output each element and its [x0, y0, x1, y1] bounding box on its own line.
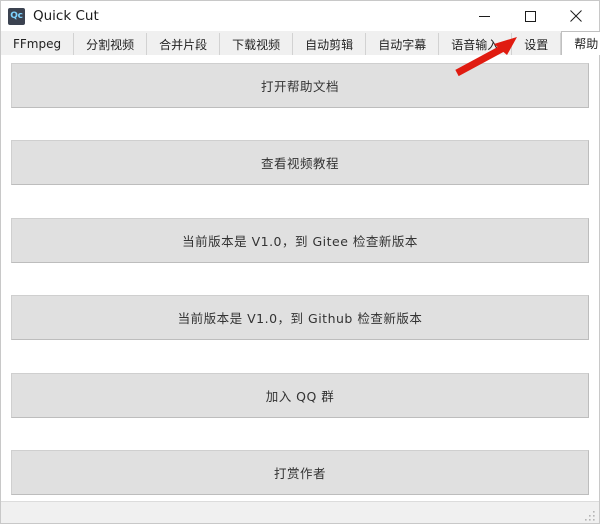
- window-controls: [461, 1, 599, 31]
- open-help-doc-button[interactable]: 打开帮助文档: [11, 63, 589, 108]
- join-qq-group-button[interactable]: 加入 QQ 群: [11, 372, 589, 418]
- window-title: Quick Cut: [33, 8, 99, 24]
- button-label: 打开帮助文档: [260, 79, 339, 94]
- tab-label: 语音输入: [451, 37, 500, 52]
- tab-download-video[interactable]: 下载视频: [220, 33, 294, 55]
- button-label: 查看视频教程: [260, 156, 339, 172]
- tab-auto-edit[interactable]: 自动剪辑: [293, 33, 367, 55]
- check-update-gitee-button[interactable]: 当前版本是 V1.0，到 Gitee 检查新版本: [11, 217, 589, 263]
- button-label: 加入 QQ 群: [265, 388, 335, 404]
- tab-label: 自动字幕: [378, 37, 427, 52]
- help-panel: 打开帮助文档 查看视频教程 当前版本是 V1.0，到 Gitee 检查新版本 当…: [1, 55, 599, 501]
- application-window: Qc Quick Cut FFmpeg 分割视频 合并片段 下载视频 自动剪辑 …: [0, 0, 600, 524]
- maximize-button[interactable]: [507, 1, 553, 31]
- tab-auto-subtitle[interactable]: 自动字幕: [366, 33, 440, 55]
- title-bar: Qc Quick Cut: [1, 1, 599, 31]
- check-update-github-button[interactable]: 当前版本是 V1.0，到 Github 检查新版本: [11, 295, 589, 341]
- tab-ffmpeg[interactable]: FFmpeg: [1, 33, 75, 55]
- close-button[interactable]: [553, 1, 599, 31]
- tab-label: 自动剪辑: [305, 37, 354, 52]
- tab-help[interactable]: 帮助: [561, 31, 600, 55]
- tab-label: FFmpeg: [13, 37, 62, 51]
- button-label: 打赏作者: [273, 465, 326, 481]
- donate-author-button[interactable]: 打赏作者: [11, 449, 589, 495]
- tab-settings[interactable]: 设置: [512, 33, 562, 55]
- status-bar: [1, 501, 599, 523]
- tab-label: 合并片段: [159, 37, 208, 52]
- tab-merge-clips[interactable]: 合并片段: [147, 33, 221, 55]
- resize-grip-icon[interactable]: [585, 509, 596, 521]
- tab-label: 帮助: [574, 37, 599, 51]
- tab-bar: FFmpeg 分割视频 合并片段 下载视频 自动剪辑 自动字幕 语音输入 设置 …: [1, 31, 600, 55]
- tab-split-video[interactable]: 分割视频: [74, 33, 148, 55]
- minimize-button[interactable]: [461, 1, 507, 31]
- watch-video-tutorial-button[interactable]: 查看视频教程: [11, 140, 589, 186]
- tab-label: 分割视频: [86, 37, 135, 52]
- tab-label: 设置: [524, 37, 549, 52]
- button-label: 当前版本是 V1.0，到 Gitee 检查新版本: [182, 233, 418, 249]
- tab-voice-input[interactable]: 语音输入: [439, 33, 513, 55]
- button-label: 当前版本是 V1.0，到 Github 检查新版本: [177, 311, 423, 327]
- app-icon-qc: Qc: [8, 7, 25, 25]
- tab-label: 下载视频: [232, 37, 281, 52]
